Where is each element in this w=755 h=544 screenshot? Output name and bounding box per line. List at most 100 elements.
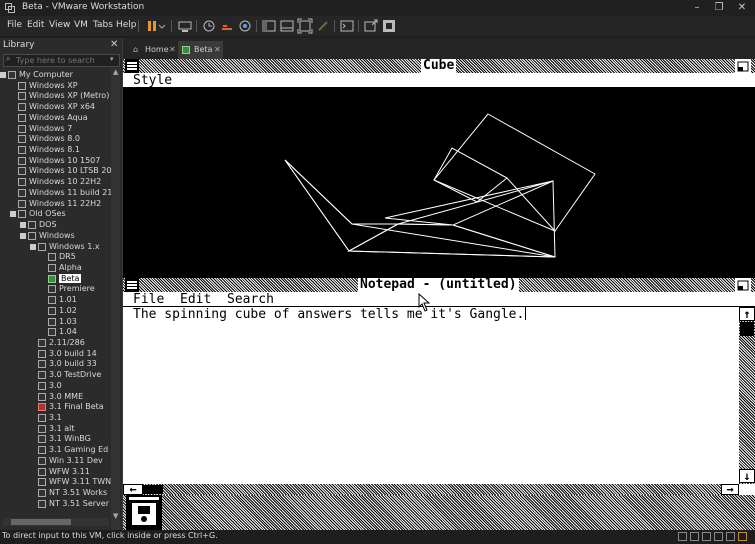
tree-item[interactable]: 3.1 alt <box>38 424 75 434</box>
snapshot-icon[interactable] <box>201 18 217 34</box>
notepad-size-icon[interactable] <box>735 278 751 292</box>
scroll-down-icon[interactable]: ▼ <box>113 512 118 520</box>
tree-collapse-icon[interactable] <box>20 232 26 239</box>
menu-help[interactable]: Help <box>116 20 137 30</box>
notepad-system-menu-icon[interactable] <box>125 278 139 292</box>
tree-item[interactable]: 1.03 <box>48 317 77 327</box>
library-close-icon[interactable]: ✕ <box>110 39 118 50</box>
library-scrollbar[interactable]: ▲ ▼ <box>111 68 120 530</box>
tree-collapse-icon[interactable] <box>20 222 26 229</box>
cube-system-menu-icon[interactable] <box>125 59 139 73</box>
notepad-menu-file[interactable]: File <box>133 292 164 307</box>
tree-item[interactable]: Windows XP <box>18 81 78 91</box>
tree-item[interactable]: 3.1 WinBG <box>38 434 91 444</box>
menu-view[interactable]: View <box>49 20 70 30</box>
tree-item[interactable]: Windows XP (Metro) <box>18 91 109 101</box>
stretch-guest-icon[interactable] <box>363 18 379 34</box>
vertical-scroll-thumb[interactable] <box>740 322 754 336</box>
scroll-down-arrow-icon[interactable]: ↓ <box>739 469 755 483</box>
maximize-icon[interactable]: ❐ <box>711 1 727 15</box>
tree-item[interactable]: 3.1 <box>38 413 62 423</box>
message-status-icon[interactable] <box>738 532 747 541</box>
tree-item[interactable]: Windows <box>20 231 75 241</box>
tree-item[interactable]: Windows 8.0 <box>18 134 80 144</box>
tree-item[interactable]: NT 3.51 Server <box>38 499 109 509</box>
tree-item[interactable]: 3.0 build 33 <box>38 359 97 369</box>
library-horizontal-scrollbar[interactable] <box>3 518 109 526</box>
tree-item[interactable]: Old OSes <box>10 209 66 219</box>
tree-item[interactable]: Premiere <box>48 284 95 294</box>
close-icon[interactable]: ✕ <box>734 1 750 15</box>
tree-item[interactable]: Windows Aqua <box>18 113 88 123</box>
tree-item[interactable]: 1.04 <box>48 327 77 337</box>
scroll-left-arrow-icon[interactable]: ← <box>123 483 143 495</box>
tree-item[interactable]: 3.1 Gaming Ed <box>38 445 108 455</box>
menu-tabs[interactable]: Tabs <box>93 20 113 30</box>
library-horizontal-thumb[interactable] <box>11 519 71 525</box>
tree-item[interactable]: 3.0 build 14 <box>38 349 97 359</box>
tree-item[interactable]: Windows 10 1507 <box>18 156 100 166</box>
tree-item[interactable]: Win 3.11 Dev <box>38 456 103 466</box>
tree-item[interactable]: Windows 8.1 <box>18 145 80 155</box>
cd-status-icon[interactable] <box>702 532 711 541</box>
notepad-menu-search[interactable]: Search <box>227 292 274 307</box>
full-screen-icon[interactable] <box>297 18 313 34</box>
scroll-right-arrow-icon[interactable]: → <box>721 483 739 495</box>
scroll-up-icon[interactable]: ▲ <box>113 68 118 76</box>
tree-item[interactable]: Windows XP x64 <box>18 102 95 112</box>
tree-item[interactable]: Windows 11 build 213 <box>18 188 117 198</box>
tree-item[interactable]: WFW 3.11 TWN <box>38 477 111 487</box>
tree-item[interactable]: WFW 3.11 <box>38 467 90 477</box>
tree-item[interactable]: Windows 7 <box>18 124 72 134</box>
tab-beta-close-icon[interactable]: ✕ <box>214 41 221 59</box>
msdos-executive-icon[interactable] <box>126 495 162 530</box>
cube-menu-style[interactable]: Style <box>133 73 172 88</box>
vm-screen[interactable]: Cube Style Notepad - (untitled) File Edi… <box>123 59 755 530</box>
notepad-menu-edit[interactable]: Edit <box>180 292 211 307</box>
tree-item[interactable]: NT 3.51 Works <box>38 488 107 498</box>
scroll-up-arrow-icon[interactable]: ↑ <box>739 307 755 321</box>
tree-item[interactable]: 3.1 Final Beta <box>38 402 104 412</box>
revert-snapshot-icon[interactable] <box>219 18 235 34</box>
minimize-icon[interactable]: – <box>689 1 705 15</box>
tree-item[interactable]: 1.02 <box>48 306 77 316</box>
hard-disk-status-icon[interactable] <box>678 532 687 541</box>
library-search-input[interactable] <box>16 55 106 66</box>
tab-home-close-icon[interactable]: ✕ <box>169 41 176 59</box>
library-search-box[interactable]: ⌕ ▾ <box>3 54 120 67</box>
tree-collapse-icon[interactable] <box>10 211 16 218</box>
tree-item[interactable]: Alpha <box>48 263 82 273</box>
send-ctrl-alt-del-icon[interactable] <box>177 18 193 34</box>
tree-item[interactable]: Windows 11 22H2 <box>18 199 101 209</box>
tree-collapse-icon[interactable] <box>30 243 36 250</box>
tree-item[interactable]: Windows 10 LTSB 201 <box>18 166 117 176</box>
snapshot-manager-icon[interactable] <box>237 18 253 34</box>
menu-file[interactable]: File <box>7 20 22 30</box>
tree-item[interactable]: 3.0 TestDrive <box>38 370 101 380</box>
notepad-horizontal-scrollbar[interactable] <box>123 484 739 495</box>
tree-item[interactable]: 1.01 <box>48 295 77 305</box>
tree-item[interactable]: My Computer <box>0 70 73 80</box>
tab-beta[interactable]: Beta ✕ <box>178 41 223 59</box>
unity-icon[interactable] <box>315 18 331 34</box>
tree-item[interactable]: Windows 1.x <box>30 242 100 252</box>
sound-status-icon[interactable] <box>726 532 735 541</box>
tree-item[interactable]: 2.11/286 <box>38 338 85 348</box>
tree-item[interactable]: 3.0 MME <box>38 392 83 402</box>
autofit-guest-icon[interactable] <box>381 18 397 34</box>
notepad-text-area[interactable]: The spinning cube of answers tells me it… <box>123 307 739 485</box>
tree-item[interactable]: DR5 <box>48 252 76 262</box>
cube-size-icon[interactable] <box>735 59 751 73</box>
menu-edit[interactable]: Edit <box>27 20 44 30</box>
horizontal-scroll-thumb[interactable] <box>143 485 163 494</box>
menu-vm[interactable]: VM <box>74 20 88 30</box>
search-dropdown-icon[interactable]: ▾ <box>110 55 114 63</box>
show-library-icon[interactable] <box>261 18 277 34</box>
thumbnail-bar-icon[interactable] <box>279 18 295 34</box>
tree-item[interactable]: Beta <box>48 273 82 284</box>
network-status-icon[interactable] <box>714 532 723 541</box>
tab-home[interactable]: ⌂ Home ✕ <box>129 41 177 59</box>
tree-item[interactable]: 3.0 <box>38 381 62 391</box>
tree-item[interactable]: Windows 10 22H2 <box>18 177 101 187</box>
console-view-icon[interactable] <box>339 18 355 34</box>
